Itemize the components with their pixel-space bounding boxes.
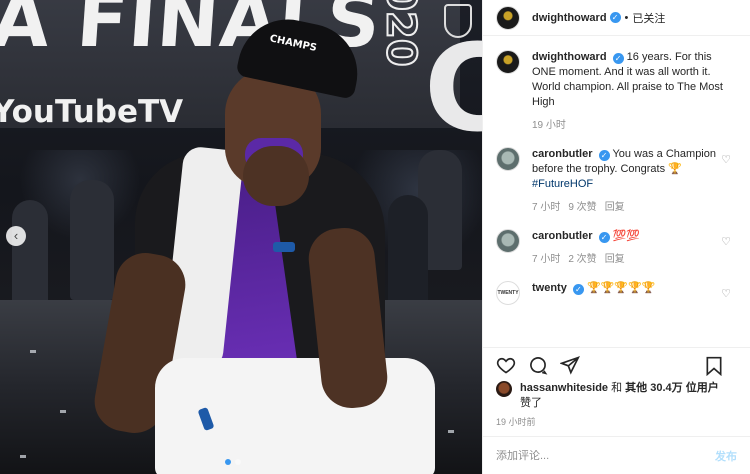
wristband bbox=[273, 242, 295, 252]
avatar[interactable] bbox=[496, 147, 520, 171]
carousel-dot-active bbox=[225, 459, 231, 465]
comment-composer: 发布 bbox=[483, 436, 750, 474]
bookmark-icon[interactable] bbox=[705, 356, 725, 377]
verified-badge-icon: ✓ bbox=[598, 232, 610, 243]
reply-button[interactable]: 回复 bbox=[605, 200, 625, 215]
confetti bbox=[30, 350, 36, 353]
comment-username[interactable]: caronbutler bbox=[532, 148, 593, 160]
verified-badge-icon: ✓ bbox=[609, 12, 621, 23]
avatar[interactable] bbox=[496, 50, 520, 74]
action-bar bbox=[483, 347, 750, 381]
header-username[interactable]: dwighthoward bbox=[532, 12, 607, 24]
carousel-dots bbox=[225, 459, 241, 465]
liker-username[interactable]: hassanwhiteside bbox=[520, 382, 608, 394]
carousel-dot bbox=[235, 459, 241, 465]
comment-text: 🏆🏆🏆🏆🏆 bbox=[586, 282, 656, 294]
caption: dwighthoward ✓ 16 years. For this ONE mo… bbox=[496, 50, 737, 133]
trophy-emoji: 🏆 bbox=[668, 163, 682, 175]
caption-username[interactable]: dwighthoward bbox=[532, 51, 607, 63]
likes-summary: hassanwhiteside 和 其他 30.4万 位用户 赞了 bbox=[483, 381, 750, 411]
share-icon[interactable] bbox=[559, 355, 580, 375]
comment-item: caronbutler ✓ You was a Champion before … bbox=[496, 147, 737, 215]
confetti bbox=[60, 410, 66, 413]
comment-time[interactable]: 7 小时 bbox=[532, 252, 560, 267]
reply-button[interactable]: 回复 bbox=[605, 252, 625, 267]
comment-item: TWENTY twenty ✓ 🏆🏆🏆🏆🏆 ♡ bbox=[496, 281, 737, 305]
banner-letter: C bbox=[424, 20, 482, 159]
player-figure: CHAMPS bbox=[89, 10, 435, 474]
verified-badge-icon: ✓ bbox=[598, 150, 610, 161]
comment-likes[interactable]: 2 次赞 bbox=[568, 252, 596, 267]
hashtag-link[interactable]: #FutureHOF bbox=[532, 178, 593, 190]
post-header: dwighthoward ✓ • 已关注 bbox=[483, 0, 750, 36]
verified-badge-icon: ✓ bbox=[572, 284, 584, 295]
avatar[interactable] bbox=[496, 5, 520, 30]
avatar[interactable] bbox=[496, 229, 520, 253]
comment-username[interactable]: twenty bbox=[532, 282, 567, 294]
comment-time[interactable]: 7 小时 bbox=[532, 200, 560, 215]
heart-icon[interactable] bbox=[496, 355, 516, 375]
following-button[interactable]: 已关注 bbox=[632, 10, 665, 26]
liker-avatar[interactable] bbox=[496, 381, 512, 397]
comment-like-heart-icon[interactable]: ♡ bbox=[721, 287, 731, 300]
player-shorts bbox=[155, 358, 435, 474]
confetti bbox=[20, 455, 26, 458]
post-photo[interactable]: A FINALS YouTubeTV 2020 C CHAMPS ‹ bbox=[0, 0, 482, 474]
header-separator: • bbox=[624, 11, 629, 24]
confetti bbox=[448, 430, 454, 433]
carousel-prev-button[interactable]: ‹ bbox=[6, 226, 26, 246]
likes-suffix: 赞了 bbox=[520, 397, 542, 409]
comment-like-heart-icon[interactable]: ♡ bbox=[721, 153, 731, 166]
comment-item: caronbutler ✓ 💯💯 7 小时 2 次赞 回复 ♡ bbox=[496, 229, 737, 267]
likes-others-link[interactable]: 其他 30.4万 位用户 bbox=[625, 382, 719, 394]
post-timestamp[interactable]: 19 小时前 bbox=[483, 411, 750, 428]
comment-icon[interactable] bbox=[528, 355, 548, 375]
verified-badge-icon: ✓ bbox=[612, 53, 624, 64]
post-comment-button[interactable]: 发布 bbox=[715, 448, 737, 464]
comment-username[interactable]: caronbutler bbox=[532, 230, 593, 242]
caption-time[interactable]: 19 小时 bbox=[532, 118, 566, 133]
avatar[interactable]: TWENTY bbox=[496, 281, 520, 305]
comments-list[interactable]: dwighthoward ✓ 16 years. For this ONE mo… bbox=[483, 36, 750, 347]
comment-like-heart-icon[interactable]: ♡ bbox=[721, 235, 731, 248]
comment-likes[interactable]: 9 次赞 bbox=[568, 200, 596, 215]
player-hand bbox=[243, 146, 309, 206]
cap-label: CHAMPS bbox=[268, 33, 318, 54]
likes-conjunction: 和 bbox=[608, 382, 626, 394]
instagram-post: A FINALS YouTubeTV 2020 C CHAMPS ‹ dwigh… bbox=[0, 0, 750, 474]
finals-logo bbox=[444, 4, 472, 38]
comment-text: 💯💯 bbox=[612, 230, 641, 242]
post-sidebar: dwighthoward ✓ • 已关注 dwighthoward ✓ 16 y… bbox=[482, 0, 750, 474]
comment-input[interactable] bbox=[496, 449, 715, 462]
